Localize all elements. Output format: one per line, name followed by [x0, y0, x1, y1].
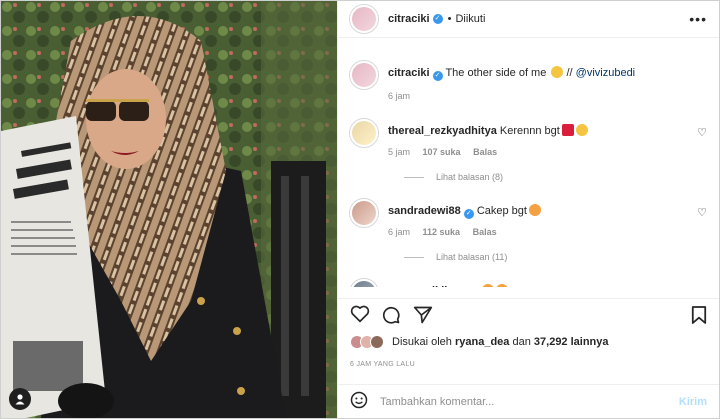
caption-row: citraciki ✓ The other side of me // @vivi… [350, 61, 707, 121]
heart-eyes-emoji-icon [481, 284, 494, 287]
caption-meta: 6 jam [388, 91, 420, 101]
screaming-face-emoji-icon [575, 124, 588, 136]
view-replies-button[interactable]: Lihat balasan (8) [404, 172, 503, 182]
header-username[interactable]: citraciki [388, 13, 430, 25]
post-comment-button[interactable]: Kirim [679, 396, 707, 408]
likes-count-link[interactable]: 37,292 lainnya [534, 336, 609, 348]
post-timestamp[interactable]: 6 JAM YANG LALU [350, 361, 415, 368]
caption-time: 6 jam [388, 91, 411, 101]
comment-row: susan_cikilovers [350, 279, 707, 287]
caption-username[interactable]: citraciki [388, 67, 430, 79]
post-side-panel: citraciki ✓ • Diikuti ••• citraciki ✓ The… [337, 1, 719, 418]
comment-avatar[interactable] [350, 279, 378, 287]
comment-row: thereal_rezkyadhitya Kerennn bgt ♡ 5 jam… [350, 119, 707, 189]
caption-text: The other side of me [445, 67, 547, 79]
comment-avatar[interactable] [350, 119, 378, 147]
comment-username[interactable]: sandradewi88 [388, 205, 461, 217]
comment-bubble-icon[interactable] [381, 305, 401, 328]
caption-avatar[interactable] [350, 61, 378, 89]
user-icon [15, 394, 25, 405]
view-replies-button[interactable]: Lihat balasan (11) [404, 252, 507, 262]
caption-mention-sep: // [566, 67, 573, 79]
caption-body: citraciki ✓ The other side of me // @vivi… [388, 66, 683, 81]
heart-emoji-icon [561, 124, 574, 136]
verified-badge-icon: ✓ [432, 71, 443, 81]
post-header: citraciki ✓ • Diikuti ••• [338, 1, 719, 38]
comment-time: 5 jam [388, 147, 411, 157]
likes-prefix: Disukai oleh [392, 336, 452, 348]
photo-illustration [1, 1, 337, 418]
comment-username[interactable]: susan_cikilovers [388, 285, 477, 287]
add-comment-bar: Tambahkan komentar... Kirim [338, 384, 719, 418]
comment-likes[interactable]: 112 suka [423, 227, 461, 237]
view-replies-label: Lihat balasan (11) [436, 252, 508, 262]
like-heart-icon[interactable] [350, 305, 370, 326]
heart-eyes-emoji-icon [495, 284, 508, 287]
caption-mention-link[interactable]: @vivizubedi [576, 67, 635, 79]
comment-time: 6 jam [388, 227, 411, 237]
comment-body: sandradewi88 ✓ Cakep bgt [388, 204, 683, 219]
comment-meta: 6 jam 112 suka Balas [388, 227, 507, 237]
follow-status-button[interactable]: Diikuti [455, 13, 485, 25]
share-paper-plane-icon[interactable] [413, 305, 433, 328]
likes-summary: Disukai oleh ryana_dea dan 37,292 lainny… [350, 335, 707, 349]
comment-body: susan_cikilovers [388, 284, 683, 287]
replies-divider [404, 176, 424, 178]
emoji-picker-icon[interactable] [350, 391, 368, 412]
smirk-emoji-icon [551, 66, 564, 78]
comment-text: Kerennn bgt [499, 125, 560, 137]
replies-divider [404, 256, 424, 258]
comment-text: Cakep bgt [476, 205, 527, 217]
separator-dot: • [447, 13, 452, 25]
comment-like-heart-icon[interactable]: ♡ [697, 206, 707, 219]
tagged-user-icon[interactable] [9, 388, 31, 410]
comment-meta: 5 jam 107 suka Balas [388, 147, 507, 157]
view-replies-label: Lihat balasan (8) [436, 172, 504, 182]
comment-like-heart-icon[interactable]: ♡ [697, 126, 707, 139]
post-photo[interactable] [1, 1, 337, 418]
likes-connector: dan [512, 336, 531, 348]
comment-reply-button[interactable]: Balas [473, 147, 497, 157]
comment-avatar[interactable] [350, 199, 378, 227]
verified-badge-icon: ✓ [463, 209, 474, 219]
save-bookmark-icon[interactable] [691, 305, 707, 328]
more-options-icon[interactable]: ••• [689, 11, 707, 27]
comment-reply-button[interactable]: Balas [473, 227, 497, 237]
comment-likes[interactable]: 107 suka [423, 147, 461, 157]
post-action-bar [338, 298, 719, 328]
comment-row: sandradewi88 ✓ Cakep bgt ♡ 6 jam 112 suka… [350, 199, 707, 269]
comments-list: citraciki ✓ The other side of me // @vivi… [338, 39, 719, 287]
likes-user-link[interactable]: ryana_dea [455, 336, 509, 348]
comment-body: thereal_rezkyadhitya Kerennn bgt [388, 124, 683, 138]
comment-input[interactable]: Tambahkan komentar... [380, 396, 679, 408]
heart-eyes-emoji-icon [528, 204, 541, 216]
liker-avatar [370, 335, 384, 349]
comment-username[interactable]: thereal_rezkyadhitya [388, 125, 497, 137]
avatar[interactable] [350, 5, 378, 33]
verified-badge-icon: ✓ [432, 14, 443, 24]
